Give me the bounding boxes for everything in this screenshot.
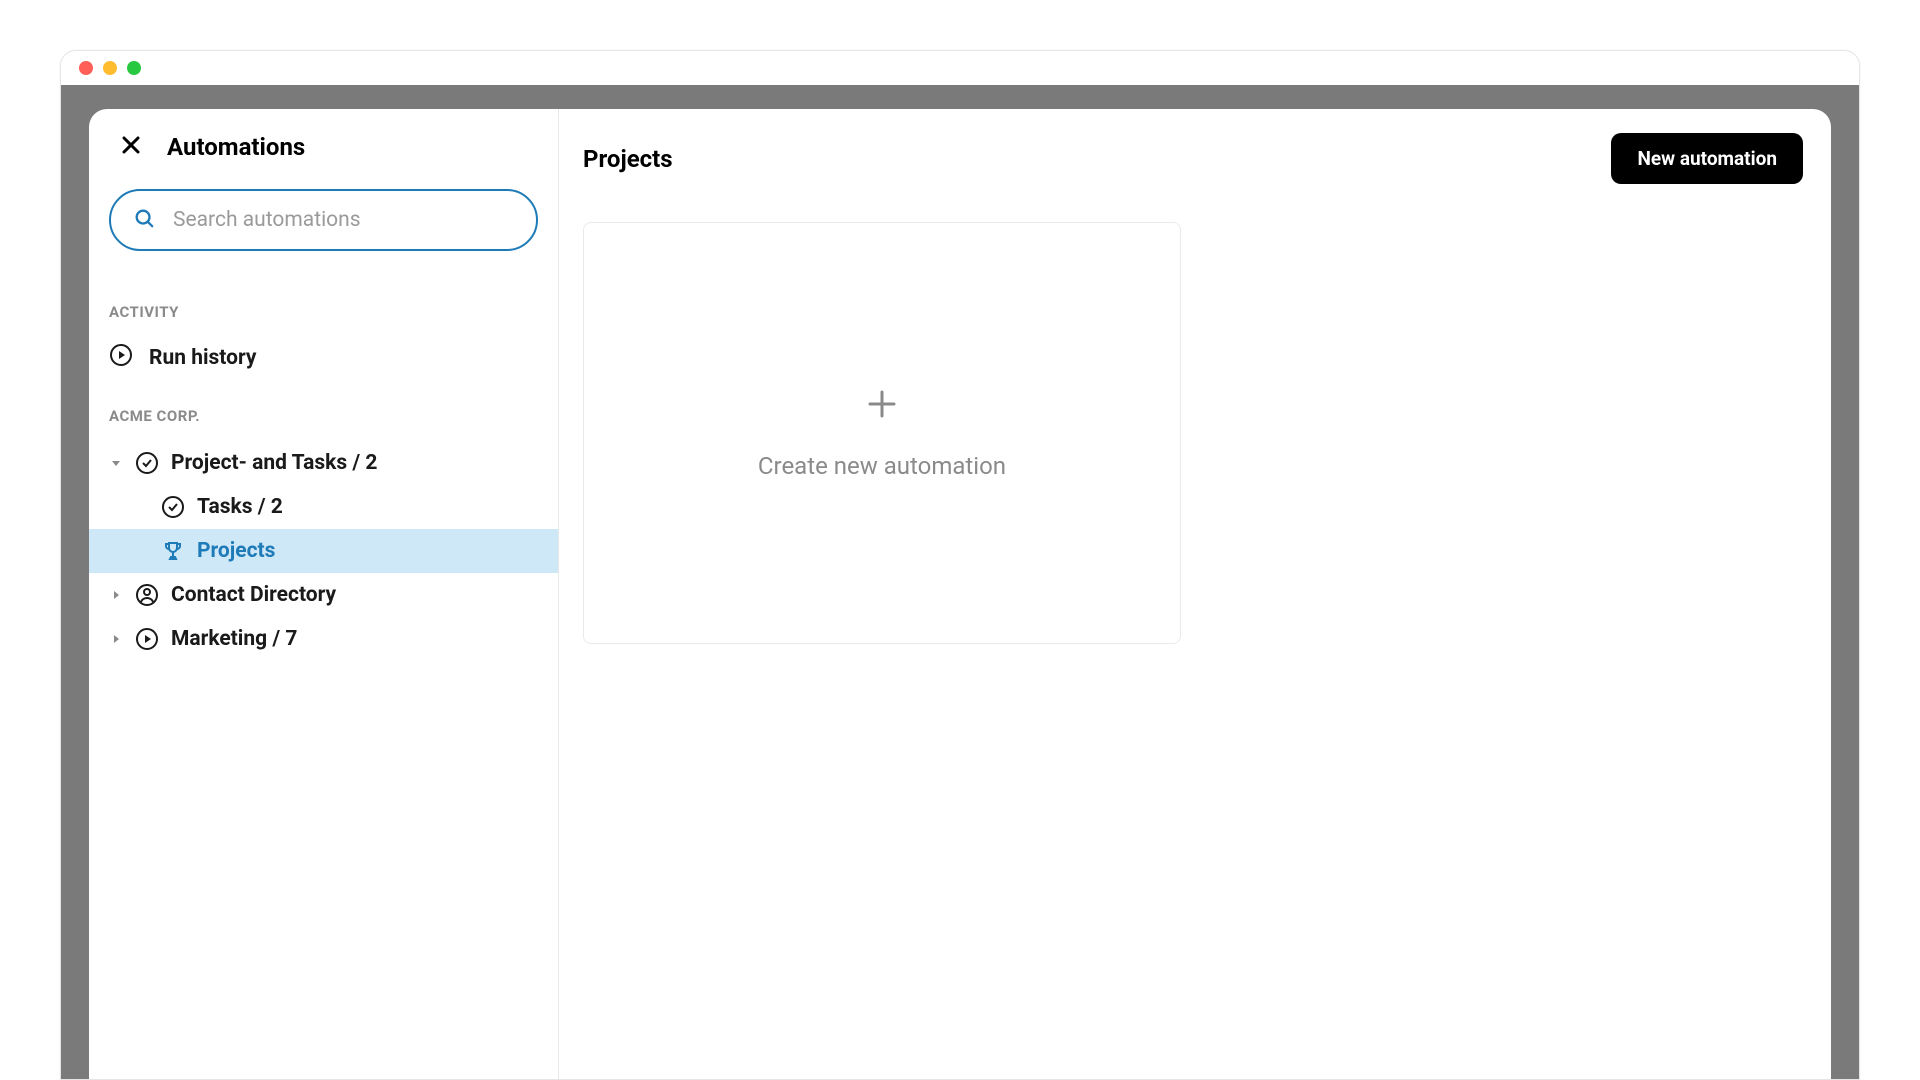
plus-icon — [864, 386, 900, 426]
create-card-label: Create new automation — [758, 452, 1006, 480]
main-content: Create new automation — [559, 202, 1831, 664]
sidebar-title: Automations — [167, 133, 305, 161]
tree-item-label: Marketing / 7 — [171, 627, 297, 651]
search-container — [89, 179, 558, 279]
tree-item-marketing[interactable]: Marketing / 7 — [89, 617, 558, 661]
play-circle-icon — [109, 343, 133, 373]
chevron-right-icon — [109, 633, 123, 645]
window-minimize-button[interactable] — [103, 61, 117, 75]
app-window: Automations ACTIVITY — [60, 50, 1860, 1080]
main-panel: Projects New automation Create new autom… — [559, 109, 1831, 1079]
tree-item-label: Tasks / 2 — [197, 495, 283, 519]
tree-item-tasks[interactable]: Tasks / 2 — [89, 485, 558, 529]
window-zoom-button[interactable] — [127, 61, 141, 75]
tree-item-label: Contact Directory — [171, 583, 336, 607]
search-box[interactable] — [109, 189, 538, 251]
sidebar-header: Automations — [89, 109, 558, 179]
run-history-item[interactable]: Run history — [89, 333, 558, 383]
tree-item-label: Projects — [197, 539, 275, 563]
workspace-tree: Project- and Tasks / 2 Tasks / 2 — [89, 437, 558, 661]
activity-section-label: ACTIVITY — [89, 279, 558, 333]
page-title: Projects — [583, 145, 673, 173]
main-header: Projects New automation — [559, 109, 1831, 202]
sidebar: Automations ACTIVITY — [89, 109, 559, 1079]
tree-item-project-tasks[interactable]: Project- and Tasks / 2 — [89, 441, 558, 485]
close-button[interactable] — [117, 133, 145, 161]
new-automation-button[interactable]: New automation — [1611, 133, 1803, 184]
check-circle-icon — [161, 495, 185, 519]
close-icon — [119, 133, 143, 161]
search-input[interactable] — [173, 208, 514, 232]
window-titlebar — [61, 51, 1859, 85]
tree-item-projects[interactable]: Projects — [89, 529, 558, 573]
user-circle-icon — [135, 583, 159, 607]
automations-panel: Automations ACTIVITY — [89, 109, 1831, 1079]
tree-item-label: Project- and Tasks / 2 — [171, 451, 377, 475]
run-history-label: Run history — [149, 346, 256, 370]
play-circle-icon — [135, 627, 159, 651]
search-icon — [133, 207, 155, 233]
chevron-right-icon — [109, 589, 123, 601]
window-close-button[interactable] — [79, 61, 93, 75]
trophy-icon — [161, 539, 185, 563]
workspace-section-label: ACME CORP. — [89, 383, 558, 437]
check-circle-icon — [135, 451, 159, 475]
chevron-down-icon — [109, 457, 123, 469]
create-automation-card[interactable]: Create new automation — [583, 222, 1181, 644]
tree-item-contact-directory[interactable]: Contact Directory — [89, 573, 558, 617]
app-body: Automations ACTIVITY — [61, 85, 1859, 1079]
